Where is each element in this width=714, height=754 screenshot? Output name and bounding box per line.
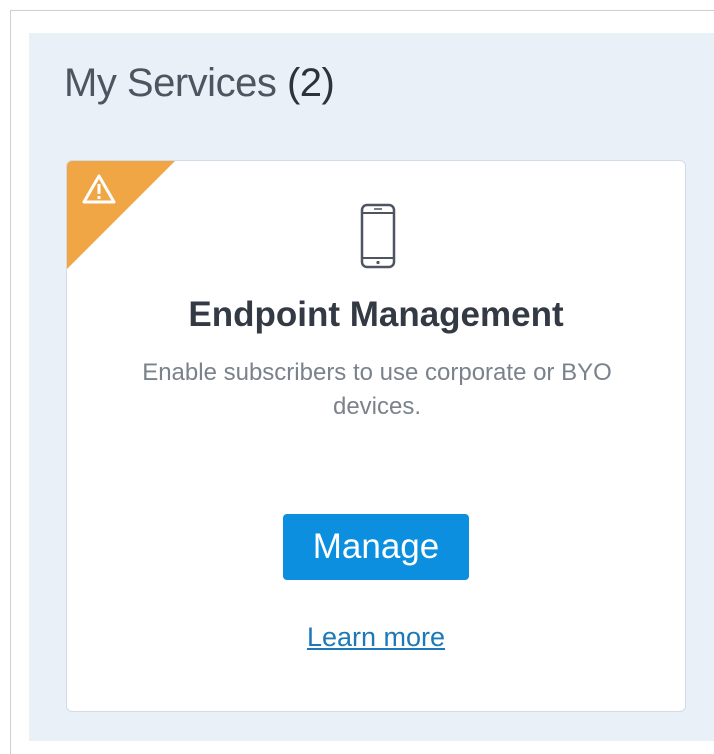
panel-title-text: My Services bbox=[64, 61, 277, 105]
learn-more-link[interactable]: Learn more bbox=[307, 622, 445, 652]
service-count: (2) bbox=[286, 61, 335, 105]
service-card-endpoint-management: Endpoint Management Enable subscribers t… bbox=[66, 160, 686, 712]
page-title: My Services (2) bbox=[64, 61, 335, 106]
learn-more-container: Learn more bbox=[67, 622, 685, 653]
my-services-panel: My Services (2) Endpoint Management Enab… bbox=[29, 33, 714, 741]
service-title: Endpoint Management bbox=[188, 295, 564, 334]
service-description: Enable subscribers to use corporate or B… bbox=[142, 359, 612, 420]
manage-button[interactable]: Manage bbox=[283, 514, 469, 580]
smartphone-icon bbox=[360, 203, 396, 269]
warning-icon bbox=[82, 174, 116, 204]
